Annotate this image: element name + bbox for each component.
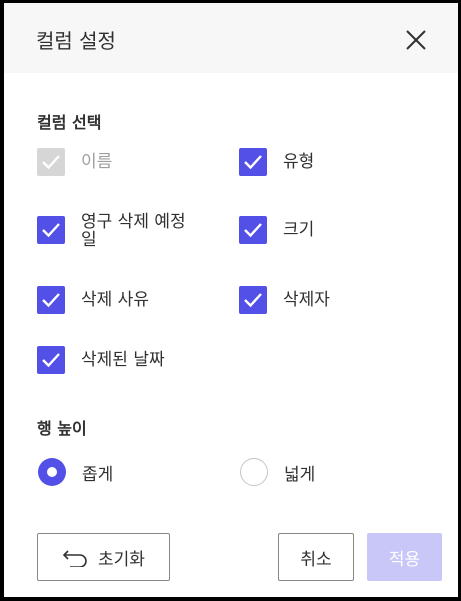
checkbox-label: 크기 <box>283 220 315 240</box>
checkbox-type[interactable]: 유형 <box>239 148 398 176</box>
dialog-title: 컬럼 설정 <box>36 29 116 53</box>
checkmark-icon <box>37 346 65 374</box>
radio-wide[interactable]: 넓게 <box>240 458 315 486</box>
reset-label: 초기화 <box>98 549 145 570</box>
checkmark-icon <box>239 148 267 176</box>
radio-circle <box>38 458 66 486</box>
radio-narrow[interactable]: 좁게 <box>38 458 113 486</box>
checkbox-label: 유형 <box>283 152 315 172</box>
cancel-label: 취소 <box>300 549 332 570</box>
dialog-header: 컬럼 설정 <box>4 3 458 73</box>
apply-label: 적용 <box>388 549 421 570</box>
checkbox-permanent-delete-date[interactable]: 영구 삭제 예정일 <box>37 212 196 250</box>
checkbox-name: 이름 <box>37 148 196 176</box>
radio-label: 좁게 <box>82 464 114 485</box>
column-settings-dialog: 컬럼 설정 컬럼 선택 이름 유형 영구 삭제 예정일 크기 삭제 사유 삭제자… <box>0 0 461 601</box>
checkbox-delete-reason[interactable]: 삭제 사유 <box>37 286 196 314</box>
checkbox-label: 영구 삭제 예정일 <box>81 212 186 250</box>
close-icon <box>406 30 426 50</box>
checkbox-label: 삭제된 날짜 <box>81 350 165 370</box>
checkmark-icon <box>239 216 267 244</box>
checkmark-icon <box>239 286 267 314</box>
radio-circle <box>240 458 268 486</box>
row-height-label: 행 높이 <box>37 419 87 438</box>
close-button[interactable] <box>404 28 428 52</box>
undo-arrow-icon <box>62 550 87 567</box>
radio-label: 넓게 <box>284 464 316 485</box>
column-select-label: 컬럼 선택 <box>37 113 102 132</box>
cancel-button[interactable]: 취소 <box>278 533 354 581</box>
checkbox-size[interactable]: 크기 <box>239 216 398 244</box>
checkbox-deleted-date[interactable]: 삭제된 날짜 <box>37 346 196 374</box>
checkbox-label: 이름 <box>81 152 113 172</box>
checkmark-icon <box>37 216 65 244</box>
apply-button[interactable]: 적용 <box>367 533 442 581</box>
checkbox-deleted-by[interactable]: 삭제자 <box>239 286 398 314</box>
checkbox-label: 삭제 사유 <box>81 290 149 310</box>
checkbox-label: 삭제자 <box>283 290 330 310</box>
reset-button[interactable]: 초기화 <box>37 533 170 581</box>
checkmark-icon <box>37 286 65 314</box>
checkmark-icon <box>37 148 65 176</box>
